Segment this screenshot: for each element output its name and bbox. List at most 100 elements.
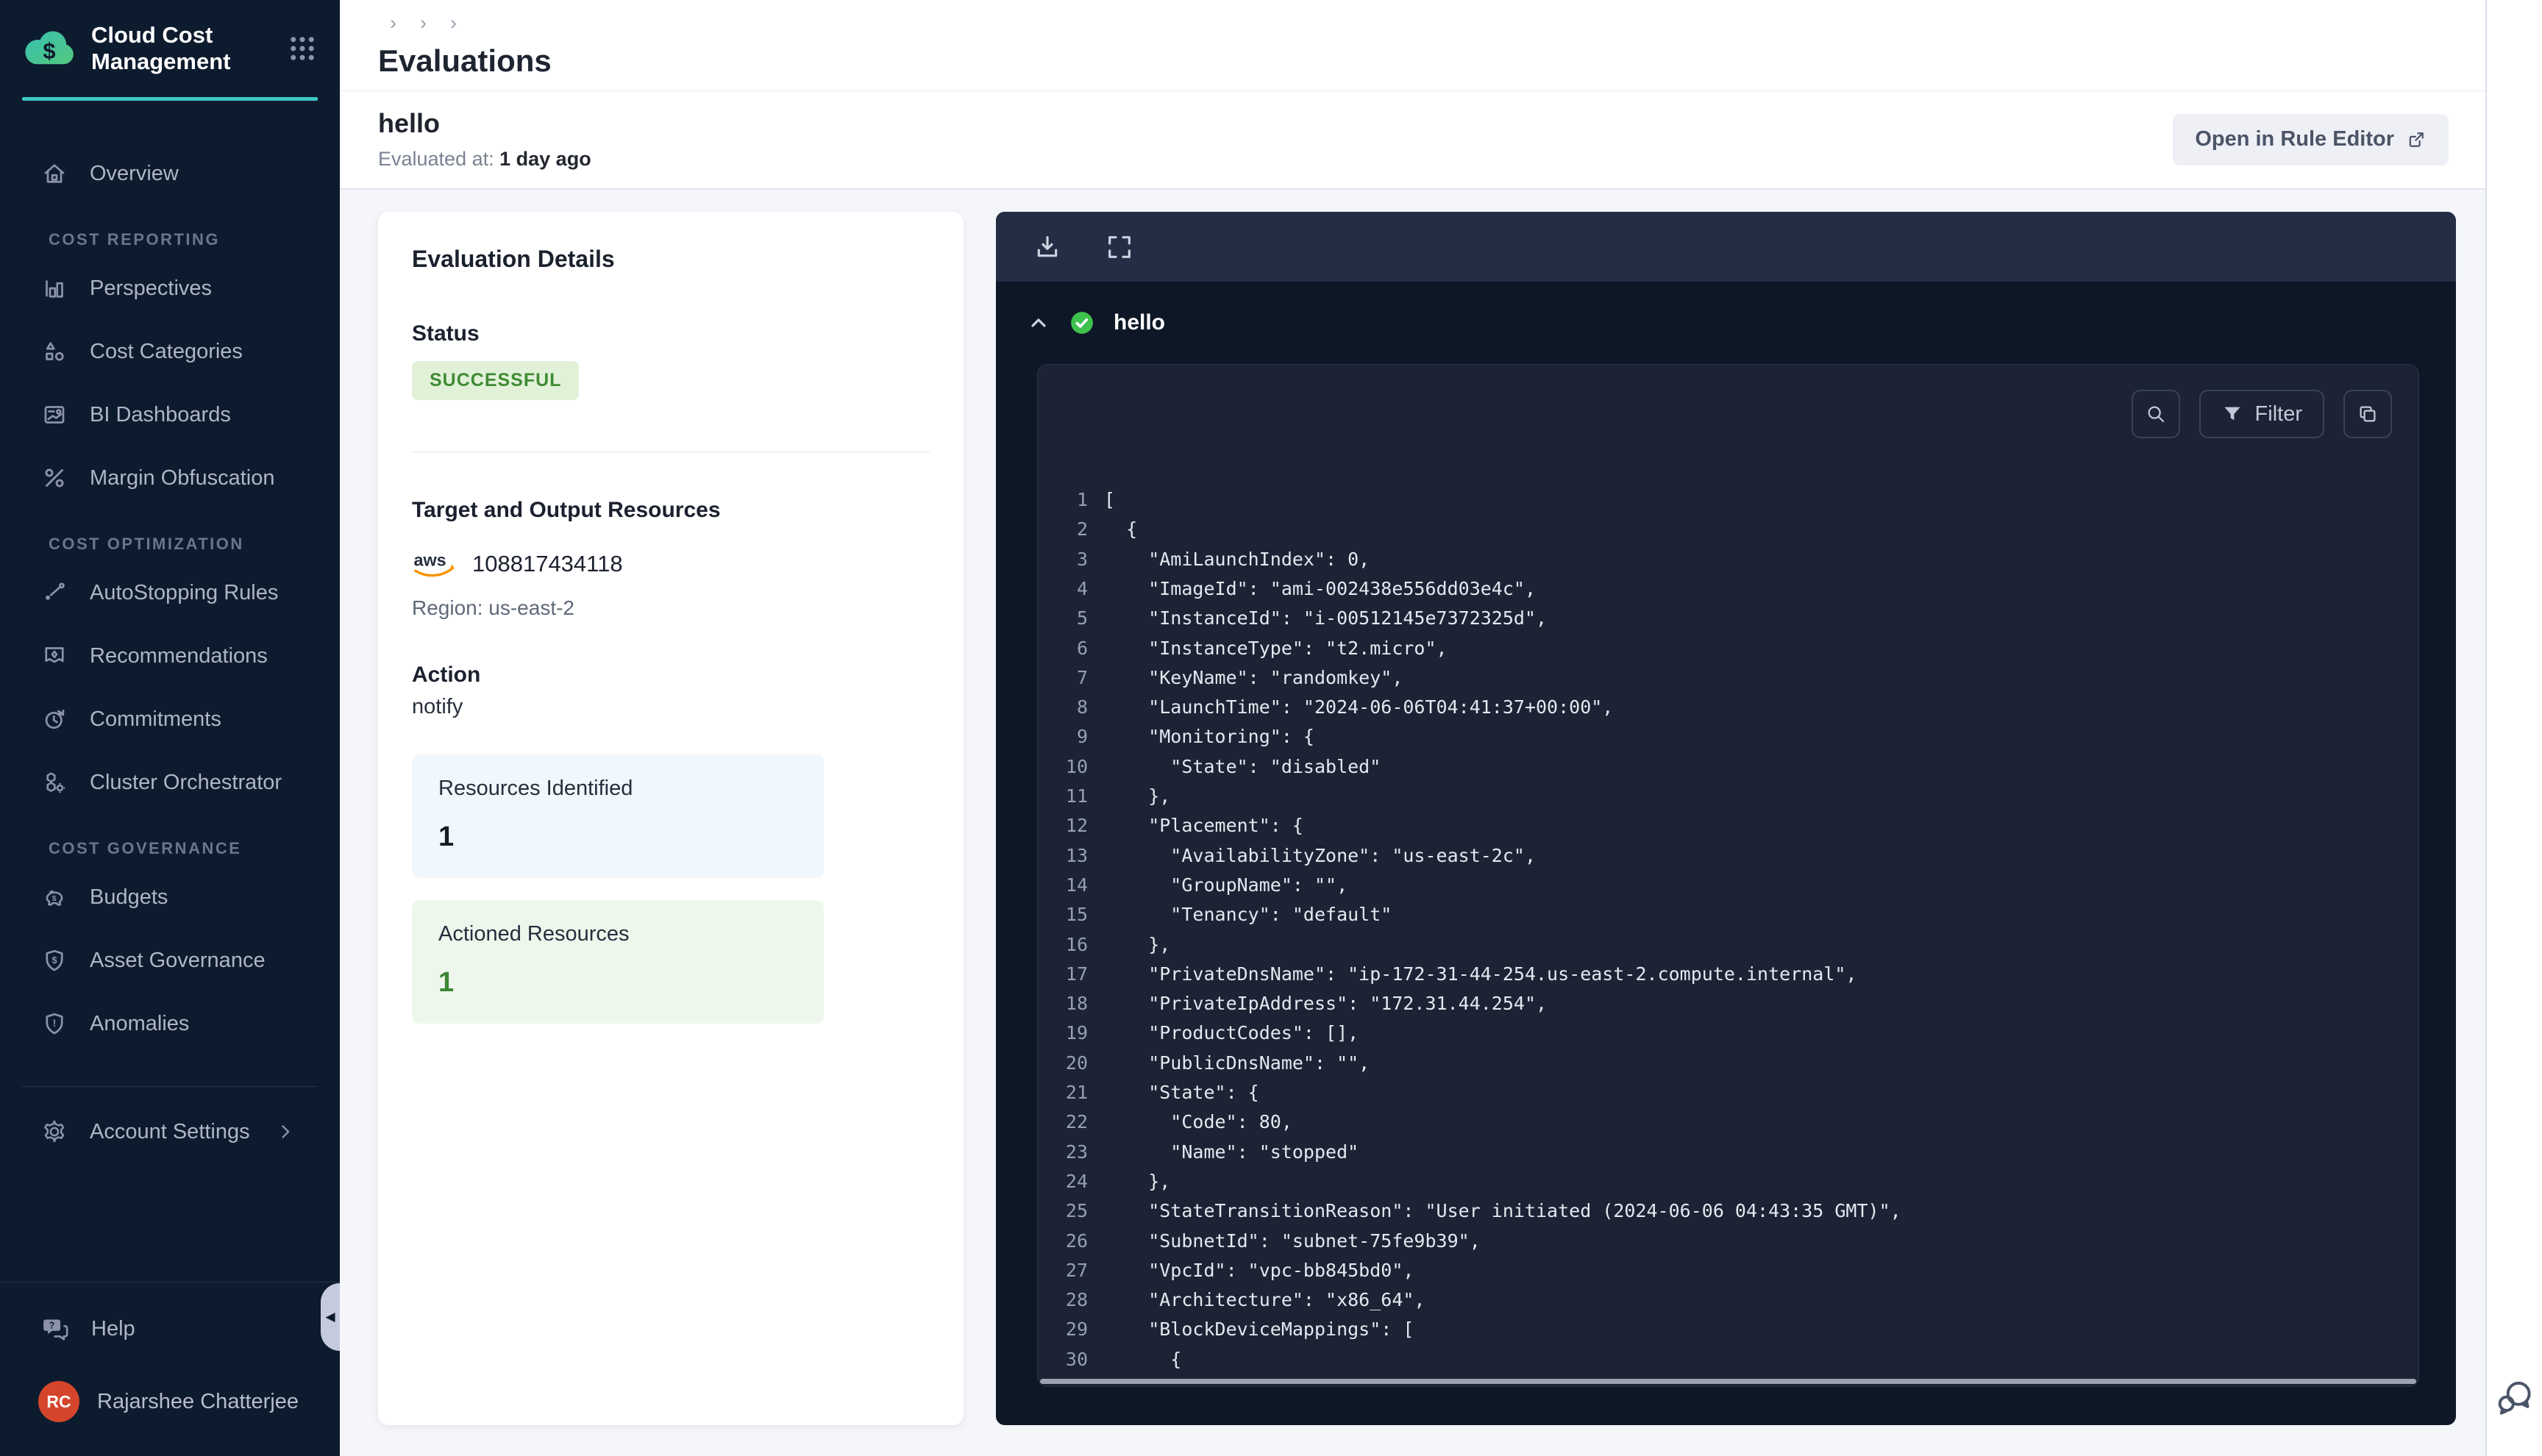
sidebar-item[interactable]: Cluster Orchestrator: [19, 751, 321, 814]
sidebar-section-items: Overview: [0, 142, 340, 205]
sidebar-nav: Overview COST REPORTING Perspectives Cos…: [0, 117, 340, 1055]
line-text: "LaunchTime": "2024-06-06T04:41:37+00:00…: [1104, 693, 1613, 722]
sidebar-item-icon: [41, 884, 68, 910]
json-code-viewer[interactable]: 1 [ 2 { 3 "AmiLaunchIndex": 0, 4: [1038, 438, 2418, 1374]
details-card-title: Evaluation Details: [412, 246, 930, 273]
sidebar-section: COST OPTIMIZATION AutoStopping Rules Rec…: [0, 535, 340, 814]
sidebar-section-label: COST GOVERNANCE: [0, 839, 340, 858]
line-text: "Tenancy": "default": [1104, 900, 1392, 929]
fullscreen-icon[interactable]: [1105, 232, 1134, 262]
sidebar-item[interactable]: Asset Governance: [19, 929, 321, 992]
sidebar-collapse-handle[interactable]: ◀: [321, 1283, 340, 1351]
sidebar-item[interactable]: Anomalies: [19, 992, 321, 1055]
tab-controls: Filter: [2132, 390, 2392, 438]
code-line: 3 "AmiLaunchIndex": 0,: [1054, 545, 2418, 574]
line-number: 25: [1054, 1196, 1088, 1226]
sidebar-item-label: Asset Governance: [90, 949, 266, 973]
sidebar-item-icon: [41, 275, 68, 301]
user-menu[interactable]: RC Rajarshee Chatterjee: [19, 1372, 321, 1431]
external-link-icon: [2406, 129, 2427, 150]
actioned-resources-value: 1: [438, 967, 824, 999]
sidebar-item-label: Commitments: [90, 707, 221, 732]
app-title: Cloud Cost Management: [91, 22, 287, 75]
sidebar-item[interactable]: AutoStopping Rules: [19, 561, 321, 624]
line-number: 14: [1054, 871, 1088, 900]
tabs-row: Filter: [1038, 365, 2418, 438]
sidebar-item-label: Perspectives: [90, 276, 212, 301]
code-line: 19 "ProductCodes": [],: [1054, 1018, 2418, 1048]
sidebar-item[interactable]: Overview: [19, 142, 321, 205]
sidebar-item[interactable]: Margin Obfuscation: [19, 446, 321, 510]
evaluation-subheader: hello Evaluated at: 1 day ago Open in Ru…: [340, 91, 2485, 190]
open-in-rule-editor-button[interactable]: Open in Rule Editor: [2173, 114, 2449, 165]
module-switcher-icon[interactable]: [287, 33, 318, 64]
sidebar-item-icon: [41, 402, 68, 428]
search-button[interactable]: [2132, 390, 2180, 438]
help-label: Help: [91, 1317, 135, 1341]
sidebar-item-icon: [41, 338, 68, 365]
sidebar-item[interactable]: Commitments: [19, 688, 321, 751]
sidebar-item-icon: [41, 1010, 68, 1037]
code-line: 14 "GroupName": "",: [1054, 871, 2418, 900]
line-text: },: [1104, 1167, 1170, 1196]
sidebar-item[interactable]: Perspectives: [19, 257, 321, 320]
horizontal-scrollbar[interactable]: [1040, 1379, 2416, 1384]
code-line: 28 "Architecture": "x86_64",: [1054, 1285, 2418, 1315]
line-number: 20: [1054, 1049, 1088, 1078]
sidebar-section: COST REPORTING Perspectives Cost Categor…: [0, 230, 340, 510]
filter-button[interactable]: Filter: [2199, 390, 2324, 438]
code-line: 12 "Placement": {: [1054, 811, 2418, 841]
line-text: "BlockDeviceMappings": [: [1104, 1315, 1414, 1344]
line-text: "State": "disabled": [1104, 752, 1381, 782]
code-line: 25 "StateTransitionReason": "User initia…: [1054, 1196, 2418, 1226]
sidebar-section-items: Budgets Asset Governance Anomalies: [0, 866, 340, 1055]
sidebar-item-icon: [41, 643, 68, 669]
code-line: 2 {: [1054, 515, 2418, 544]
breadcrumb-link[interactable]: [408, 12, 438, 35]
download-icon[interactable]: [1033, 232, 1062, 262]
sidebar-item[interactable]: Budgets: [19, 866, 321, 929]
status-label: Status: [412, 321, 930, 346]
sidebar-item-account-settings[interactable]: Account Settings: [19, 1100, 321, 1163]
sidebar-item[interactable]: Cost Categories: [19, 320, 321, 383]
resources-identified-value: 1: [438, 821, 824, 853]
sidebar-item[interactable]: Recommendations: [19, 624, 321, 688]
line-number: 15: [1054, 900, 1088, 929]
action-value: notify: [412, 695, 930, 719]
sidebar-item-icon: [41, 706, 68, 732]
feedback-chat-icon[interactable]: [2494, 1377, 2535, 1418]
line-number: 29: [1054, 1315, 1088, 1344]
sidebar-item-icon: [41, 769, 68, 796]
sidebar-item[interactable]: BI Dashboards: [19, 383, 321, 446]
cloud-cost-logo-icon: [21, 27, 78, 70]
code-line: 5 "InstanceId": "i-00512145e7372325d",: [1054, 604, 2418, 633]
avatar: RC: [38, 1381, 79, 1422]
app-title-line1: Cloud Cost: [91, 22, 287, 49]
help-button[interactable]: Help: [19, 1302, 321, 1356]
evaluation-details-card: Evaluation Details Status SUCCESSFUL Tar…: [378, 212, 964, 1425]
code-line: 8 "LaunchTime": "2024-06-06T04:41:37+00:…: [1054, 693, 2418, 722]
code-line: 18 "PrivateIpAddress": "172.31.44.254",: [1054, 989, 2418, 1018]
collapse-chevron-icon[interactable]: [1027, 311, 1050, 335]
user-name: Rajarshee Chatterjee: [97, 1390, 299, 1414]
content-area: Evaluation Details Status SUCCESSFUL Tar…: [340, 190, 2485, 1456]
copy-button[interactable]: [2343, 390, 2392, 438]
resource-tabs: [1067, 390, 1150, 410]
breadcrumb-link[interactable]: [378, 12, 408, 35]
line-number: 22: [1054, 1107, 1088, 1137]
line-text: "PrivateIpAddress": "172.31.44.254",: [1104, 989, 1547, 1018]
sidebar-item-label: BI Dashboards: [90, 403, 231, 427]
sidebar-item-label: Budgets: [90, 885, 168, 910]
success-check-icon: [1069, 310, 1094, 335]
help-chat-icon: [41, 1314, 71, 1343]
main-column: Evaluations hello Evaluated at: 1 day ag…: [340, 0, 2485, 1456]
line-text: {: [1104, 515, 1137, 544]
line-text: "Code": 80,: [1104, 1107, 1292, 1137]
breadcrumb-link[interactable]: [438, 12, 469, 35]
code-line: 9 "Monitoring": {: [1054, 722, 2418, 752]
sidebar-section-label: COST REPORTING: [0, 230, 340, 249]
line-number: 6: [1054, 634, 1088, 663]
breadcrumb: [378, 12, 552, 35]
code-line: 10 "State": "disabled": [1054, 752, 2418, 782]
line-text: },: [1104, 782, 1170, 811]
